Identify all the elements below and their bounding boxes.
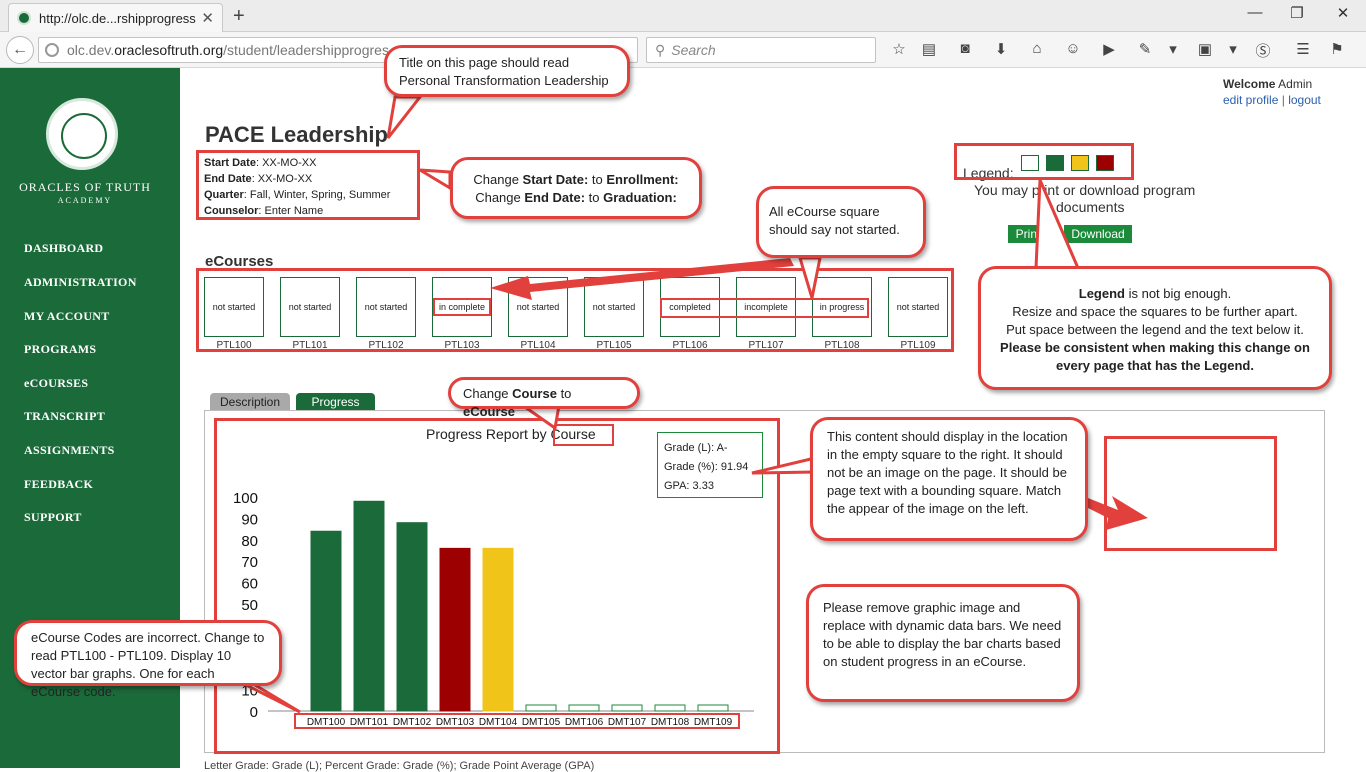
logout-link[interactable]: logout bbox=[1288, 93, 1321, 107]
callout-status-note: All eCourse square should say not starte… bbox=[756, 186, 926, 258]
tab-description[interactable]: Description bbox=[210, 393, 290, 411]
site-favicon-icon bbox=[17, 11, 31, 25]
dates-note-text: Change bbox=[473, 172, 523, 187]
browser-tab[interactable]: http://olc.de...rshipprogress ✕ bbox=[8, 3, 223, 32]
dates-note-text: to bbox=[585, 190, 604, 205]
sidebar-item-feedback[interactable]: FEEDBACK bbox=[24, 477, 93, 492]
legend-note-text: is not big enough. bbox=[1124, 286, 1232, 301]
callout-codes-note: eCourse Codes are incorrect. Change to r… bbox=[14, 620, 282, 699]
maximize-icon[interactable]: ❐ bbox=[1282, 4, 1312, 22]
close-tab-icon[interactable]: ✕ bbox=[201, 9, 214, 27]
home-icon[interactable]: ⌂ bbox=[1026, 40, 1048, 60]
sidebar-item-dashboard[interactable]: DASHBOARD bbox=[24, 241, 103, 256]
sidebar-item-my-account[interactable]: MY ACCOUNT bbox=[24, 309, 110, 324]
sidebar-item-transcript[interactable]: TRANSCRIPT bbox=[24, 409, 105, 424]
sidebar-item-programs[interactable]: PROGRAMS bbox=[24, 342, 96, 357]
dates-note-bold: Start Date: bbox=[522, 172, 589, 187]
annotation-box-incomplete bbox=[433, 298, 491, 316]
dropdown-icon[interactable]: ▾ bbox=[1162, 40, 1184, 60]
print-instructions: You may print or download program bbox=[974, 182, 1196, 198]
legend-note-bold: Legend bbox=[1078, 286, 1125, 301]
brand-name: ORACLES OF TRUTH bbox=[19, 180, 151, 194]
reading-list-icon[interactable]: ▤ bbox=[918, 40, 940, 60]
course-note-text: Change bbox=[463, 386, 513, 401]
course-note-bold: Course bbox=[512, 386, 557, 401]
callout-course-note: Change Course to eCourse bbox=[448, 377, 640, 419]
callout-grade-note: This content should display in the locat… bbox=[810, 417, 1088, 541]
sidebar-item-ecourses[interactable]: eCOURSES bbox=[24, 376, 88, 391]
print-instructions-2: documents bbox=[1056, 199, 1125, 215]
pdf-icon[interactable]: ▣ bbox=[1194, 40, 1216, 60]
globe-icon bbox=[45, 43, 59, 57]
skype-icon[interactable]: Ⓢ bbox=[1252, 40, 1274, 60]
tab-title: http://olc.de...rshipprogress bbox=[39, 10, 196, 26]
search-input[interactable]: ⚲ Search bbox=[646, 37, 876, 63]
back-icon[interactable]: ← bbox=[6, 36, 34, 64]
grade-legend-note: Letter Grade: Grade (L); Percent Grade: … bbox=[204, 760, 595, 772]
annotation-box-course-word bbox=[553, 424, 614, 446]
callout-bars-note: Please remove graphic image and replace … bbox=[806, 584, 1080, 702]
edit-profile-link[interactable]: edit profile bbox=[1223, 93, 1278, 107]
extension-icon[interactable]: ⚑ bbox=[1326, 40, 1348, 60]
callout-legend-note: Legend is not big enough. Resize and spa… bbox=[978, 266, 1332, 390]
tab-progress[interactable]: Progress bbox=[296, 393, 375, 411]
brand-sub: ACADEMY bbox=[57, 196, 113, 205]
url-prefix: olc.dev. bbox=[67, 42, 115, 58]
search-icon: ⚲ bbox=[655, 41, 666, 58]
welcome-name: Admin bbox=[1278, 77, 1313, 91]
dates-note-bold: End Date: bbox=[524, 190, 586, 205]
course-note-text: to bbox=[556, 386, 572, 401]
minimize-icon[interactable]: — bbox=[1240, 4, 1270, 21]
annotation-box-chart bbox=[214, 418, 780, 754]
callout-dates-note: Change Start Date: to Enrollment: Change… bbox=[450, 157, 702, 219]
annotation-box-legend bbox=[954, 143, 1134, 180]
link-separator: | bbox=[1281, 93, 1285, 107]
dates-note-bold: Enrollment: bbox=[606, 172, 679, 187]
download-button[interactable]: Download bbox=[1064, 225, 1132, 243]
annotation-empty-target-box bbox=[1104, 436, 1277, 551]
url-path: /student/leadershipprogres bbox=[223, 42, 389, 58]
browser-tab-bar: http://olc.de...rshipprogress ✕ + — ❐ ✕ bbox=[0, 0, 1366, 32]
sidebar-item-administration[interactable]: ADMINISTRATION bbox=[24, 275, 137, 290]
dropdown-icon[interactable]: ▾ bbox=[1222, 40, 1244, 60]
welcome-label: Welcome bbox=[1223, 77, 1276, 91]
print-button[interactable]: Print bbox=[1008, 225, 1048, 243]
youtube-icon[interactable]: ▶ bbox=[1098, 40, 1120, 60]
legend-note-text: Put space between the legend and the tex… bbox=[1006, 322, 1304, 337]
emoji-icon[interactable]: ☺ bbox=[1062, 40, 1084, 60]
welcome-text: Welcome Admin bbox=[1223, 77, 1312, 91]
annotation-box-dates bbox=[196, 150, 420, 220]
sidebar-item-assignments[interactable]: ASSIGNMENTS bbox=[24, 443, 115, 458]
academy-logo[interactable] bbox=[46, 98, 118, 170]
dates-note-bold: Graduation: bbox=[603, 190, 677, 205]
pocket-icon[interactable]: ◙ bbox=[954, 40, 976, 60]
new-tab-icon[interactable]: + bbox=[233, 5, 245, 28]
dates-note-text: Change bbox=[475, 190, 525, 205]
annotation-box-codes bbox=[294, 713, 740, 729]
callout-title-note: Title on this page should read Personal … bbox=[384, 45, 630, 97]
menu-icon[interactable]: ☰ bbox=[1292, 40, 1314, 60]
brush-icon[interactable]: ✎ bbox=[1134, 40, 1156, 60]
sidebar-item-support[interactable]: SUPPORT bbox=[24, 510, 82, 525]
browser-nav-bar: ← olc.dev. oraclesoftruth.org/student/lea… bbox=[0, 32, 1366, 68]
search-placeholder: Search bbox=[671, 42, 716, 58]
url-host: oraclesoftruth.org bbox=[114, 42, 224, 58]
account-links: edit profile | logout bbox=[1223, 93, 1321, 107]
download-icon[interactable]: ⬇ bbox=[990, 40, 1012, 60]
annotation-box-statuses bbox=[660, 298, 869, 318]
close-window-icon[interactable]: ✕ bbox=[1328, 4, 1358, 22]
dates-note-text: to bbox=[588, 172, 607, 187]
legend-note-text: Resize and space the squares to be furth… bbox=[1012, 304, 1298, 319]
page-title: PACE Leadership bbox=[205, 122, 388, 147]
course-note-bold: eCourse bbox=[463, 404, 516, 419]
bookmark-star-icon[interactable]: ☆ bbox=[888, 40, 910, 60]
legend-note-bold: Please be consistent when making this ch… bbox=[1000, 340, 1310, 373]
